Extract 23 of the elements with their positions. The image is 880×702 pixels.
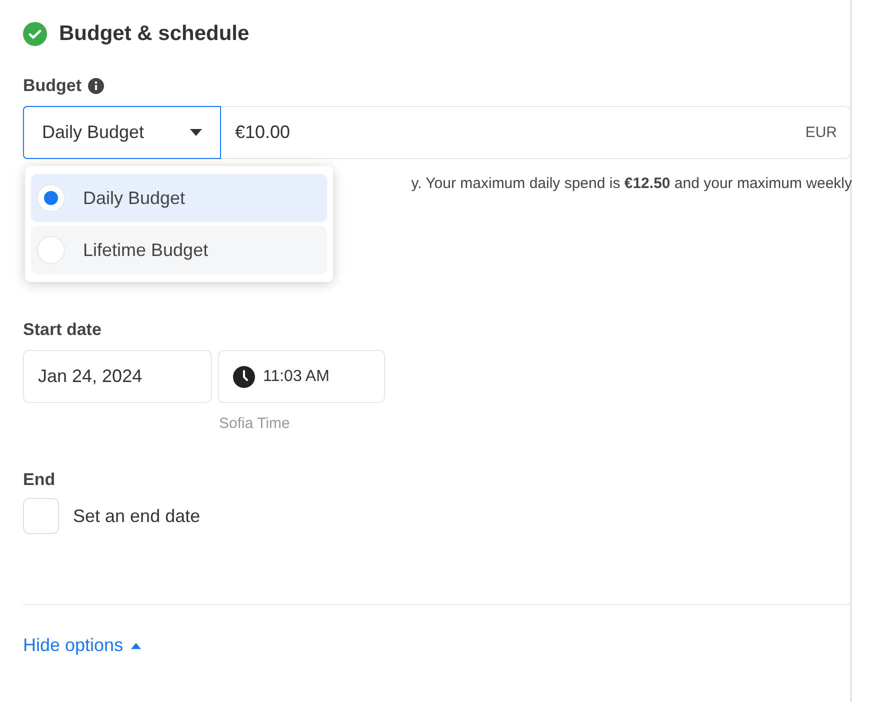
currency-label: EUR bbox=[805, 124, 837, 141]
checkbox-label: Set an end date bbox=[73, 506, 200, 526]
menu-option[interactable]: Lifetime Budget bbox=[31, 226, 327, 274]
help-text: y. Your maximum daily spend is €12.50 and your maximum weekly bbox=[410, 175, 852, 192]
budget-type-select[interactable]: Daily Budget bbox=[23, 106, 221, 159]
field-label: Budget bbox=[23, 76, 82, 96]
menu-option[interactable]: Daily Budget bbox=[31, 174, 327, 222]
checkbox[interactable] bbox=[23, 498, 59, 534]
amount-value: €10.00 bbox=[235, 122, 290, 143]
caret-icon bbox=[131, 642, 142, 648]
field-label: Start date bbox=[23, 320, 102, 340]
radio-icon bbox=[37, 184, 65, 212]
caret-icon bbox=[190, 129, 202, 136]
timezone-text: Sofia Time bbox=[219, 415, 291, 432]
clock-icon bbox=[233, 366, 255, 388]
field-label: End bbox=[23, 470, 56, 490]
radio-icon bbox=[37, 236, 65, 264]
time-field[interactable]: 11:03 AM bbox=[218, 350, 385, 403]
hide-options-link[interactable]: Hide options bbox=[23, 635, 142, 656]
amount-field[interactable]: €10.00 EUR bbox=[221, 106, 852, 159]
date-field[interactable]: Jan 24, 2024 bbox=[23, 350, 212, 403]
section-title: Budget & schedule bbox=[59, 22, 250, 46]
info-icon bbox=[88, 78, 104, 94]
